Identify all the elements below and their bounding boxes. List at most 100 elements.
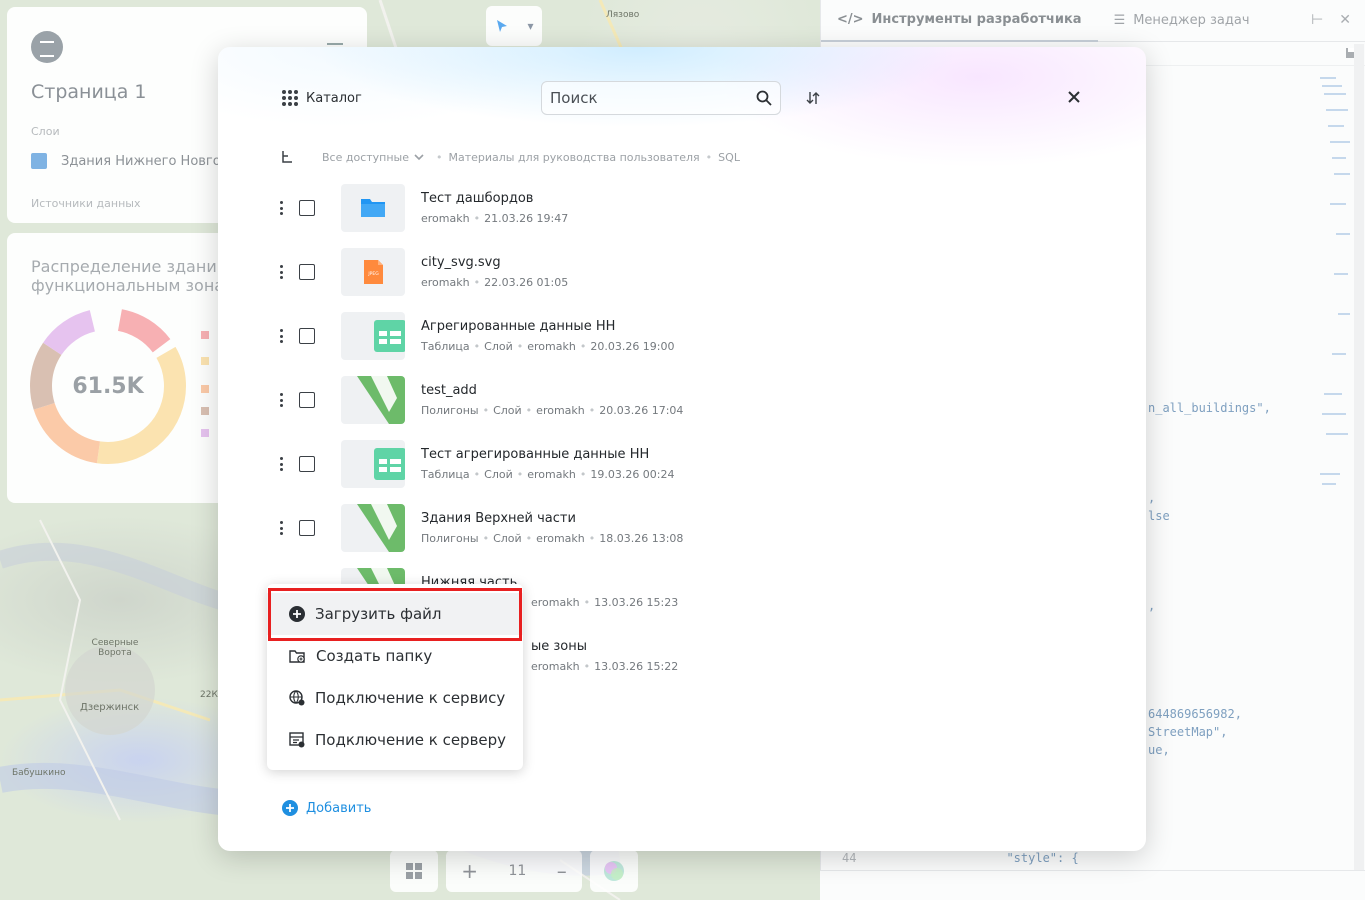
code-minimap[interactable] xyxy=(1316,74,1352,490)
zoom-control: + 11 – xyxy=(446,850,582,892)
item-checkbox[interactable] xyxy=(299,328,315,344)
more-options-icon[interactable] xyxy=(274,328,288,344)
legend-dot xyxy=(201,357,209,365)
breadcrumb-item[interactable]: SQL xyxy=(718,151,740,164)
page-title[interactable]: Страница 1 xyxy=(31,81,147,103)
item-meta: Полигоны • Слой • eromakh • 20.03.26 17:04 xyxy=(421,404,684,417)
item-checkbox[interactable] xyxy=(299,200,315,216)
menu-item-label: Подключение к сервису xyxy=(315,689,506,707)
layer-color-swatch xyxy=(31,153,47,169)
breadcrumb-item[interactable]: Все доступные xyxy=(322,151,409,164)
item-title[interactable]: Агрегированные данные НН xyxy=(421,319,615,334)
cursor-icon xyxy=(497,20,508,32)
code-line: lse xyxy=(1148,509,1170,523)
menu-item-connect-server[interactable]: Подключение к серверу xyxy=(267,719,523,761)
item-meta: Таблица • Слой • eromakh • 20.03.26 19:00 xyxy=(421,340,675,353)
item-meta: eromakh • 13.03.26 15:23 xyxy=(531,596,679,609)
polygon-icon xyxy=(357,376,405,424)
plus-circle-icon xyxy=(282,800,298,816)
server-icon xyxy=(289,732,305,748)
list-item[interactable]: Тест дашбордов eromakh • 21.03.26 19:47 xyxy=(274,184,1034,248)
breadcrumb-separator: • xyxy=(705,150,713,164)
folder-add-icon xyxy=(289,649,305,663)
item-title[interactable]: city_svg.svg xyxy=(421,255,501,270)
chevron-down-icon: ▾ xyxy=(527,19,534,33)
list-icon: ☰ xyxy=(1113,13,1126,28)
list-item[interactable]: Здания Верхней части Полигоны • Слой • eroma… xyxy=(274,504,1034,568)
hierarchy-icon[interactable]: ⊢ xyxy=(1311,12,1323,28)
more-options-icon[interactable] xyxy=(274,520,288,536)
sources-caption: Источники данных xyxy=(31,197,141,210)
sort-icon[interactable] xyxy=(804,89,822,107)
tab-task-manager-label: Менеджер задач xyxy=(1133,13,1250,28)
tab-devtools[interactable]: </> Инструменты разработчика xyxy=(821,0,1098,42)
map-select-tool-button[interactable]: ▾ xyxy=(486,6,542,46)
item-meta: eromakh • 21.03.26 19:47 xyxy=(421,212,569,225)
breadcrumb-separator: • xyxy=(436,150,443,164)
search-icon[interactable] xyxy=(756,90,772,106)
item-thumbnail[interactable] xyxy=(341,376,405,424)
code-line: , xyxy=(1148,491,1156,505)
menu-icon[interactable] xyxy=(327,43,343,45)
menu-item-connect-service[interactable]: Подключение к сервису xyxy=(267,677,523,719)
tab-task-manager[interactable]: ☰ Менеджер задач xyxy=(1098,0,1266,42)
close-icon[interactable]: ✕ xyxy=(1339,12,1351,28)
list-item[interactable]: JPEG city_svg.svg eromakh • 22.03.26 01:05 xyxy=(274,248,1034,312)
item-checkbox[interactable] xyxy=(299,520,315,536)
search-box xyxy=(541,81,781,115)
legend-dot xyxy=(201,429,209,437)
more-options-icon[interactable] xyxy=(274,200,288,216)
apps-grid-icon xyxy=(282,90,298,106)
item-title[interactable]: test_add xyxy=(421,383,477,398)
zoom-out-button[interactable]: – xyxy=(557,859,567,883)
tab-devtools-label: Инструменты разработчика xyxy=(871,12,1082,27)
basemap-button[interactable] xyxy=(590,850,638,892)
catalog-menu-button[interactable]: Каталог xyxy=(282,90,362,106)
item-title[interactable]: ые зоны xyxy=(531,639,587,654)
add-label: Добавить xyxy=(306,800,372,816)
breadcrumb: Все доступные • Материалы для руководств… xyxy=(280,150,740,164)
code-line: n_all_buildings", xyxy=(1148,401,1271,415)
more-options-icon[interactable] xyxy=(274,264,288,280)
table-icon xyxy=(374,448,405,480)
menu-item-label: Подключение к серверу xyxy=(315,731,507,749)
item-meta: Полигоны • Слой • eromakh • 18.03.26 13:08 xyxy=(421,532,684,545)
more-options-icon[interactable] xyxy=(274,392,288,408)
chevron-down-icon[interactable] xyxy=(414,153,424,161)
item-thumbnail[interactable] xyxy=(341,504,405,552)
devtools-scrollbar[interactable] xyxy=(1354,44,1364,874)
map-label: 22К xyxy=(200,690,218,700)
grid-view-button[interactable] xyxy=(390,850,438,892)
map-label: Дзержинск xyxy=(80,702,140,713)
item-title[interactable]: Тест агрегированные данные НН xyxy=(421,447,649,462)
list-item[interactable]: Тест агрегированные данные НН Таблица • Сл… xyxy=(274,440,1034,504)
annotation-highlight-frame xyxy=(268,588,522,641)
file-type-badge: JPEG xyxy=(367,271,379,277)
menu-item-create-folder[interactable]: Создать папку xyxy=(267,635,523,677)
palette-icon xyxy=(604,861,624,881)
app-logo-icon[interactable] xyxy=(31,31,63,63)
item-checkbox[interactable] xyxy=(299,264,315,280)
item-checkbox[interactable] xyxy=(299,456,315,472)
item-title[interactable]: Здания Верхней части xyxy=(421,511,576,526)
item-meta: eromakh • 13.03.26 15:22 xyxy=(531,660,679,673)
list-item[interactable]: Агрегированные данные НН Таблица • Слой • er… xyxy=(274,312,1034,376)
item-thumbnail[interactable] xyxy=(341,184,405,232)
catalog-title: Каталог xyxy=(306,90,362,106)
zoom-in-button[interactable]: + xyxy=(461,859,478,883)
search-input[interactable] xyxy=(542,82,742,114)
map-label: Лязово xyxy=(606,10,640,20)
hierarchy-icon[interactable] xyxy=(280,150,294,164)
more-options-icon[interactable] xyxy=(274,456,288,472)
item-title[interactable]: Тест дашбордов xyxy=(421,191,533,206)
menu-item-label: Создать папку xyxy=(316,647,433,665)
list-item[interactable]: test_add Полигоны • Слой • eromakh • 20.03.26 … xyxy=(274,376,1034,440)
close-icon[interactable] xyxy=(1064,87,1084,107)
item-thumbnail[interactable] xyxy=(341,312,405,360)
item-thumbnail[interactable] xyxy=(341,440,405,488)
item-thumbnail[interactable]: JPEG xyxy=(341,248,405,296)
item-meta: Таблица • Слой • eromakh • 19.03.26 00:24 xyxy=(421,468,675,481)
add-button[interactable]: Добавить xyxy=(282,800,371,816)
item-checkbox[interactable] xyxy=(299,392,315,408)
breadcrumb-item[interactable]: Материалы для руководства пользователя xyxy=(449,151,700,164)
